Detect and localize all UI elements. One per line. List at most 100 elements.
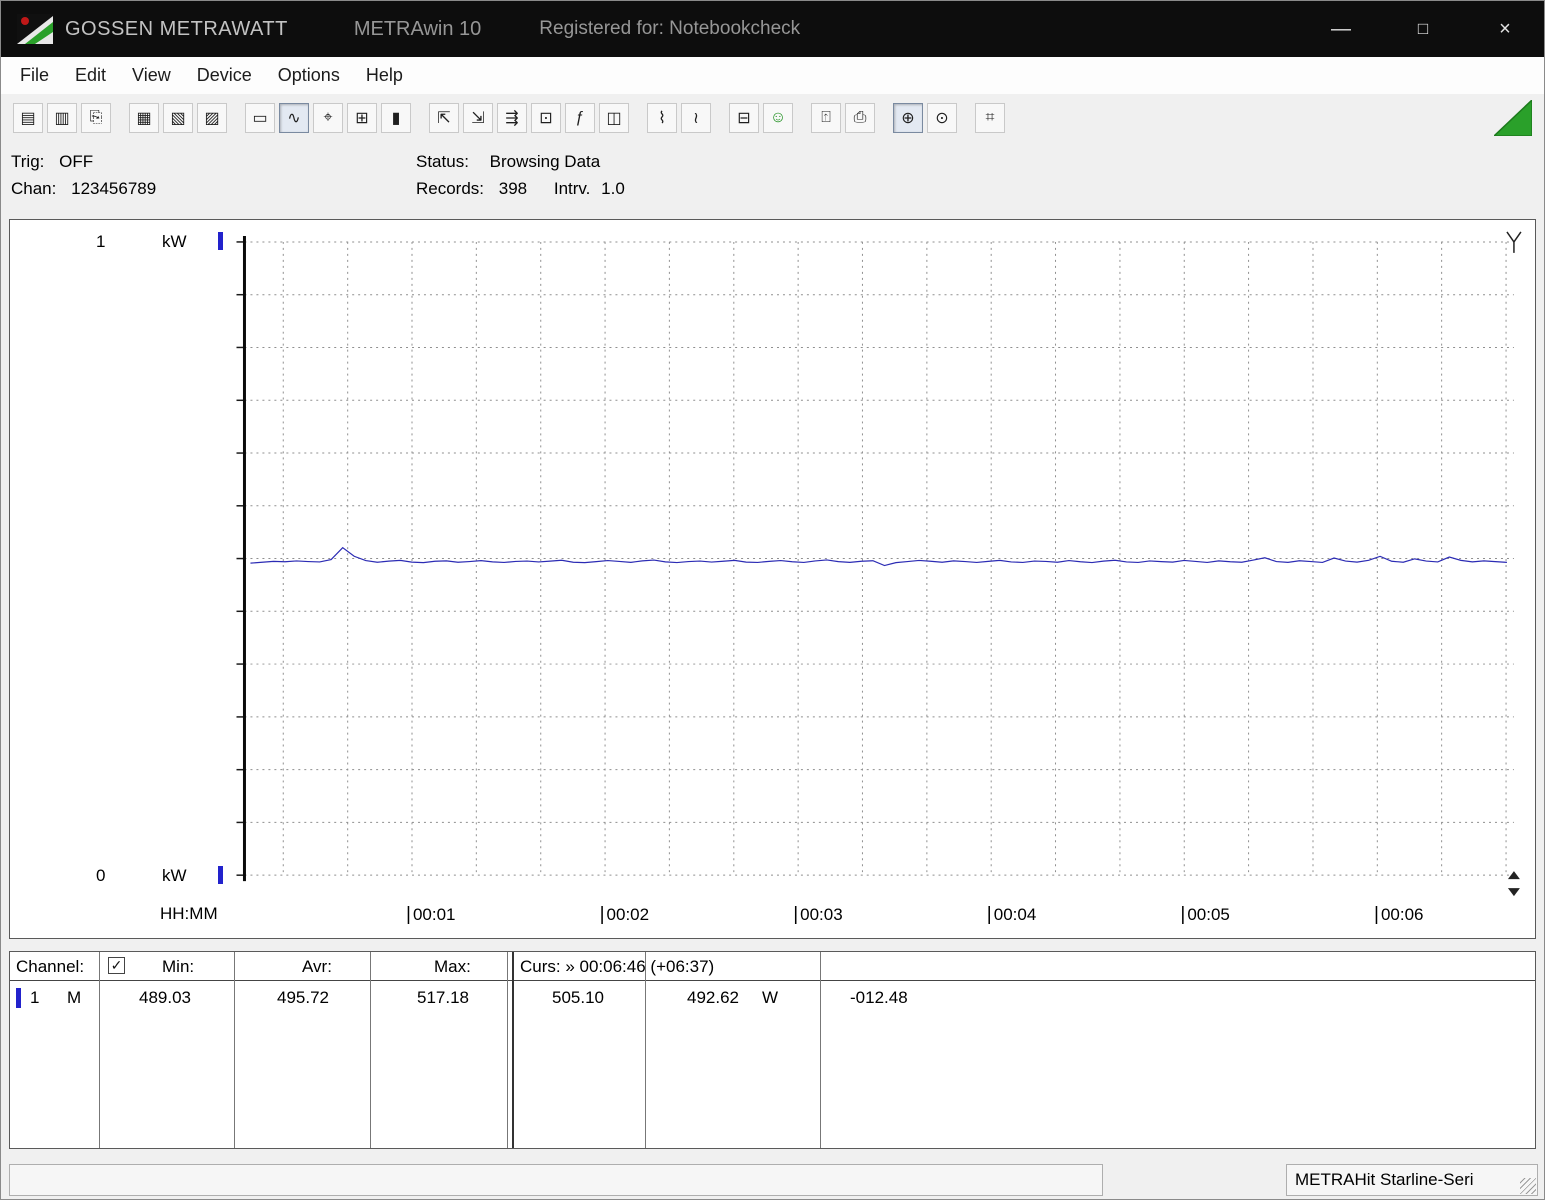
save-file-button[interactable]: ▤ [13, 103, 43, 133]
function-icon: ƒ [576, 109, 585, 127]
interval-label: Intrv. [554, 179, 591, 199]
statistics-table: Channel: ✓ Min: Avr: Max: Curs: » 00:06:… [9, 951, 1536, 1149]
close-icon[interactable]: × [1492, 18, 1518, 41]
toolbar-separator [959, 103, 973, 133]
x-axis-tick-label: |00:03 [793, 904, 842, 926]
cell-delta: -012.48 [850, 988, 908, 1008]
x-axis-tick-mark: | [1374, 904, 1379, 925]
meter-display-icon: ▦ [136, 108, 151, 128]
toolbar-separator [113, 103, 127, 133]
window-controls: — □ × [1328, 18, 1518, 41]
x-axis-tick-label: |00:06 [1374, 904, 1423, 926]
cursor-ruler-icon: ⌗ [985, 109, 994, 127]
column-divider [370, 952, 371, 1148]
print-button[interactable]: ⎙ [845, 103, 875, 133]
cell-max: 517.18 [417, 988, 469, 1008]
device-name: METRAHit Starline-Seri [1295, 1170, 1474, 1189]
menu-device[interactable]: Device [184, 57, 265, 94]
cell-cursor-a: 505.10 [552, 988, 604, 1008]
x-axis-tick-label: |00:05 [1180, 904, 1229, 926]
minimize-icon[interactable]: — [1328, 18, 1354, 41]
cell-avr: 495.72 [277, 988, 329, 1008]
app-title: METRAwin 10 [354, 18, 481, 41]
gossen-metrawatt-logo [17, 14, 53, 44]
export-window-button[interactable]: ⇱ [429, 103, 459, 133]
export-data-button[interactable]: ⇶ [497, 103, 527, 133]
export-data-icon: ⇶ [505, 108, 518, 128]
header-max: Max: [434, 957, 471, 977]
checkmark-icon: ✓ [111, 957, 123, 974]
device-window-button[interactable]: ◫ [599, 103, 629, 133]
zoom-signal-button[interactable]: ⊕ [893, 103, 923, 133]
device-status-icon: ☺ [770, 109, 786, 127]
device-window-icon: ◫ [606, 108, 621, 128]
function-button[interactable]: ƒ [565, 103, 595, 133]
compare-meters-icon: ⊟ [737, 108, 750, 128]
registered-text: Registered for: Notebookcheck [539, 18, 800, 40]
waveform-icon: ⌇ [658, 108, 666, 128]
waveform-alt-icon: ≀ [693, 108, 699, 128]
meter-display-button[interactable]: ▦ [129, 103, 159, 133]
channel-visible-checkbox[interactable]: ✓ [108, 957, 125, 974]
x-axis-tick-mark: | [600, 904, 605, 925]
histogram-view-icon: ▮ [392, 108, 401, 128]
print-icon: ⎙ [854, 109, 867, 127]
device-status-button[interactable]: ☺ [763, 103, 793, 133]
channel-marker-top [218, 232, 223, 250]
resize-grip[interactable] [1520, 1178, 1536, 1194]
maximize-icon[interactable]: □ [1410, 19, 1436, 39]
menu-view[interactable]: View [119, 57, 184, 94]
cursor-ruler-button[interactable]: ⌗ [975, 103, 1005, 133]
numeric-display-icon: ▭ [252, 108, 267, 128]
header-channel: Channel: [16, 957, 84, 977]
monitor-button[interactable]: ⊡ [531, 103, 561, 133]
x-axis-tick-mark: | [987, 904, 992, 925]
brand-text: GOSSEN METRAWATT [65, 18, 288, 41]
zoom-lens-button[interactable]: ⊙ [927, 103, 957, 133]
compare-meters-button[interactable]: ⊟ [729, 103, 759, 133]
table-view-button[interactable]: ⊞ [347, 103, 377, 133]
import-window-button[interactable]: ⇲ [463, 103, 493, 133]
interval-value: 1.0 [601, 179, 625, 199]
crosshair-view-icon: ⌖ [323, 109, 332, 127]
open-file-button[interactable]: ⎘ [81, 103, 111, 133]
x-axis-tick-label: |00:04 [987, 904, 1036, 926]
menu-help[interactable]: Help [353, 57, 416, 94]
save-as-button[interactable]: ▥ [47, 103, 77, 133]
cell-cursor-b: 492.62 [687, 988, 739, 1008]
save-as-icon: ▥ [54, 108, 69, 128]
chan-label: Chan: [11, 179, 56, 199]
histogram-view-button[interactable]: ▮ [381, 103, 411, 133]
meter-offline-icon: ▧ [170, 108, 185, 128]
menu-options[interactable]: Options [265, 57, 353, 94]
meter-offline-button[interactable]: ▧ [163, 103, 193, 133]
chart-plot-area[interactable] [10, 220, 1535, 938]
waveform-button[interactable]: ⌇ [647, 103, 677, 133]
header-avr: Avr: [302, 957, 332, 977]
cell-min: 489.03 [139, 988, 191, 1008]
x-axis-tick-mark: | [1180, 904, 1185, 925]
header-cursor: Curs: » 00:06:46 (+06:37) [520, 957, 714, 977]
chan-value: 123456789 [71, 179, 156, 199]
toolbar-separator [631, 103, 645, 133]
menu-edit[interactable]: Edit [62, 57, 119, 94]
zoom-lens-icon: ⊙ [935, 108, 948, 128]
chart-panel: 1 kW 0 kW HH:MM |00:01|00:02|00:03|00:04… [9, 219, 1536, 939]
app-window: GOSSEN METRAWATT METRAwin 10 Registered … [0, 0, 1545, 1200]
meter-forward-icon: ▨ [204, 108, 219, 128]
channel-row-marker [16, 988, 21, 1008]
column-divider [234, 952, 235, 1148]
menu-file[interactable]: File [7, 57, 62, 94]
numeric-display-button[interactable]: ▭ [245, 103, 275, 133]
meter-forward-button[interactable]: ▨ [197, 103, 227, 133]
line-chart-view-button[interactable]: ∿ [279, 103, 309, 133]
crosshair-view-button[interactable]: ⌖ [313, 103, 343, 133]
x-axis-tick-label: |00:01 [406, 904, 455, 926]
line-chart-view-icon: ∿ [287, 108, 300, 128]
green-corner-indicator [1494, 100, 1532, 136]
print-preview-button[interactable]: ⍐ [811, 103, 841, 133]
cursor-section-divider [512, 952, 514, 1148]
toolbar-separator [413, 103, 427, 133]
waveform-alt-button[interactable]: ≀ [681, 103, 711, 133]
toolbar-separator [877, 103, 891, 133]
